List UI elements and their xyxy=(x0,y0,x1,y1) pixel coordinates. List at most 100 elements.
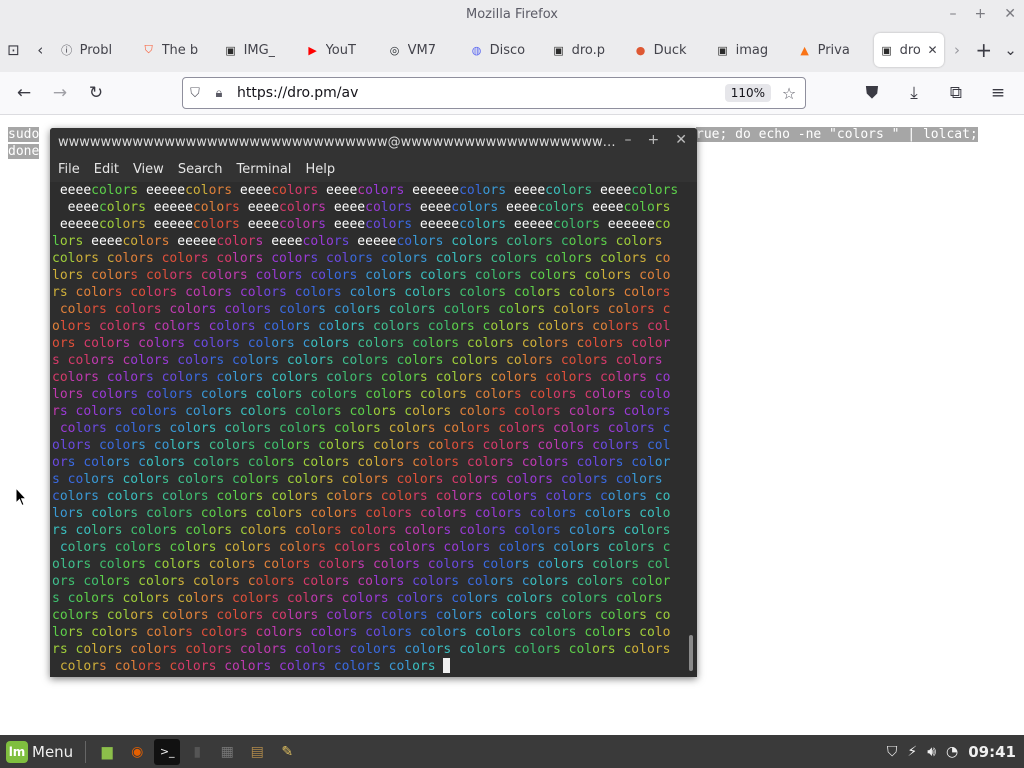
menu-edit[interactable]: Edit xyxy=(94,162,119,177)
info-icon: ⓘ xyxy=(61,44,73,57)
text-editor-icon[interactable]: ▮ xyxy=(184,739,210,765)
calculator-icon[interactable]: ▦ xyxy=(214,739,240,765)
url-bar[interactable]: ⛉ 🔒︎ https://dro.pm/av 110% ☆ xyxy=(182,77,806,109)
terminal-line: s colors colors colors colors colors col… xyxy=(52,353,663,368)
terminal-output[interactable]: eeeecolors eeeeecolors eeeecolors eeeeco… xyxy=(52,182,684,675)
menu-help[interactable]: Help xyxy=(305,162,335,177)
tracking-shield-icon[interactable]: ⛉ xyxy=(183,86,207,101)
terminal-minimize-button[interactable]: – xyxy=(625,132,632,148)
terminal-line: lors colors colors colors colors colors … xyxy=(52,625,671,640)
tab-10[interactable]: ▣ dro ✕ xyxy=(873,33,944,67)
terminal-line: eeeecolors eeeeecolors eeeecolors eeeeco… xyxy=(59,183,679,198)
list-all-tabs-icon[interactable]: ⌄ xyxy=(997,34,1024,66)
tab-6[interactable]: ▣ dro.p xyxy=(546,33,622,67)
start-menu-button[interactable]: lm Menu xyxy=(0,740,79,763)
terminal-line: lors colors colors colors colors colors … xyxy=(52,387,671,402)
tab-4[interactable]: ◎ VM7 xyxy=(382,33,458,67)
terminal-line: rs colors colors colors colors colors co… xyxy=(52,523,671,538)
system-tray: ⛉ ⚡︎ 🔊︎ ◔ 09:41 xyxy=(887,735,1016,768)
start-menu-label: Menu xyxy=(32,742,74,761)
taskbar-separator xyxy=(85,740,87,763)
tab-list-icon[interactable]: ⊡ xyxy=(0,34,27,66)
terminal-window[interactable]: wwwwwwwwwwwwwwwwwwwwwwwwwwwwwww@wwwwwwww… xyxy=(50,128,697,677)
notes-icon[interactable]: ✎ xyxy=(274,739,300,765)
terminal-cursor xyxy=(443,658,451,673)
tab-7[interactable]: ● Duck xyxy=(628,33,704,67)
tab-label: dro.p xyxy=(571,42,606,58)
menu-search[interactable]: Search xyxy=(178,162,223,177)
tab-0[interactable]: ⓘ Probl xyxy=(54,33,130,67)
page-content-right: rue; do echo -ne "colors " | lolcat; xyxy=(696,126,996,143)
duckduckgo-icon: ● xyxy=(635,43,646,57)
tab-2[interactable]: ▣ IMG_ xyxy=(218,33,294,67)
menu-view[interactable]: View xyxy=(133,162,164,177)
tab-strip: ⊡ ‹ ⓘ Probl ⛉ The b ▣ IMG_ ▶ YouT ◎ VM7 ◍ Disco ▣ dro… xyxy=(0,28,1024,72)
terminal-line: colors colors colors colors colors color… xyxy=(52,370,671,385)
tab-label: Duck xyxy=(653,42,687,58)
terminal-line: rs colors colors colors colors colors co… xyxy=(52,642,671,657)
url-text[interactable]: https://dro.pm/av xyxy=(237,85,725,101)
navigation-toolbar: ← → ↻ ⛉ 🔒︎ https://dro.pm/av 110% ☆ ⛊ ⤓ … xyxy=(0,72,1024,115)
app-menu-icon[interactable]: ≡ xyxy=(980,77,1016,109)
tab-8[interactable]: ▣ imag xyxy=(710,33,786,67)
tab-label: Priva xyxy=(817,42,850,58)
terminal-title: wwwwwwwwwwwwwwwwwwwwwwwwwwwwwww@wwwwwwww… xyxy=(58,134,618,150)
tab-label: imag xyxy=(735,42,769,58)
terminal-scrollbar[interactable] xyxy=(689,635,693,671)
files-icon[interactable]: ▆ xyxy=(94,739,120,765)
shield-icon[interactable]: ⛉ xyxy=(887,744,898,760)
scroll-tabs-left-icon[interactable]: ‹ xyxy=(27,34,54,66)
bookmark-star-icon[interactable]: ☆ xyxy=(777,84,801,103)
terminal-line: colors colors colors colors colors color… xyxy=(52,251,671,266)
pocket-icon[interactable]: ⛊ xyxy=(854,77,890,109)
maximize-button[interactable]: + xyxy=(975,6,987,22)
tab-label: Disco xyxy=(489,42,526,58)
mouse-pointer-icon xyxy=(15,487,27,507)
extensions-icon[interactable]: ⧉ xyxy=(938,77,974,109)
terminal-line: olors colors colors colors colors colors… xyxy=(52,438,671,453)
tab-9[interactable]: ▲ Priva xyxy=(792,33,868,67)
close-tab-icon[interactable]: ✕ xyxy=(928,43,938,57)
terminal-line: s colors colors colors colors colors col… xyxy=(52,591,663,606)
volume-icon[interactable]: 🔊︎ xyxy=(927,744,936,760)
close-window-button[interactable]: ✕ xyxy=(1004,6,1016,22)
terminal-line: lors colors colors colors colors colors … xyxy=(52,506,671,521)
tab-label: dro xyxy=(899,42,920,58)
lock-icon[interactable]: 🔒︎ xyxy=(207,86,231,101)
tab-label: YouT xyxy=(325,42,356,58)
firefox-icon[interactable]: ◉ xyxy=(124,739,150,765)
zoom-level[interactable]: 110% xyxy=(724,84,771,102)
forward-icon[interactable]: → xyxy=(42,77,78,109)
tab-3[interactable]: ▶ YouT xyxy=(300,33,376,67)
terminal-line: colors colors colors colors colors color… xyxy=(59,302,671,317)
wifi-icon[interactable]: ◔ xyxy=(946,744,958,760)
github-octocat-icon: ◎ xyxy=(389,43,400,57)
menu-file[interactable]: File xyxy=(58,162,80,177)
window-titlebar: Mozilla Firefox – + ✕ xyxy=(0,0,1024,28)
terminal-favicon-icon: ▣ xyxy=(553,43,564,57)
menu-terminal[interactable]: Terminal xyxy=(236,162,291,177)
tab-1[interactable]: ⛉ The b xyxy=(136,33,212,67)
tab-label: Probl xyxy=(79,42,113,58)
privacy-icon: ▲ xyxy=(800,43,809,57)
terminal-titlebar[interactable]: wwwwwwwwwwwwwwwwwwwwwwwwwwwwwww@wwwwwwww… xyxy=(50,128,697,156)
scroll-tabs-right-icon[interactable]: › xyxy=(944,34,971,66)
downloads-icon[interactable]: ⤓ xyxy=(896,77,932,109)
terminal-maximize-button[interactable]: + xyxy=(648,132,660,148)
terminal-line: lors colors colors colors colors colors … xyxy=(52,268,671,283)
back-icon[interactable]: ← xyxy=(6,77,42,109)
terminal-line: eeeecolors eeeeecolors eeeecolors eeeeco… xyxy=(67,200,671,215)
archive-icon[interactable]: ▤ xyxy=(244,739,270,765)
terminal-favicon-icon: ▣ xyxy=(717,43,728,57)
minimize-button[interactable]: – xyxy=(950,6,957,22)
terminal-icon[interactable]: >_ xyxy=(154,738,181,765)
terminal-line: colors colors colors colors colors color… xyxy=(52,658,684,675)
network-icon[interactable]: ⚡︎ xyxy=(907,744,917,760)
new-tab-icon[interactable]: + xyxy=(970,34,997,66)
tab-5[interactable]: ◍ Disco xyxy=(464,33,540,67)
terminal-menubar: File Edit View Search Terminal Help xyxy=(50,156,697,182)
clock[interactable]: 09:41 xyxy=(968,743,1016,761)
launcher-group: ▆ ◉ >_ ▮ ▦ ▤ ✎ xyxy=(92,738,302,765)
terminal-close-button[interactable]: ✕ xyxy=(675,132,687,148)
reload-icon[interactable]: ↻ xyxy=(78,77,114,109)
